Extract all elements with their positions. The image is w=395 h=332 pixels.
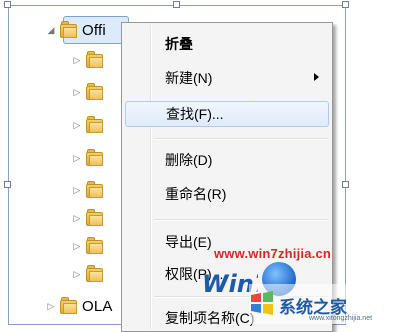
folder-icon — [60, 297, 77, 315]
windows-logo-icon — [251, 291, 273, 315]
folder-icon — [86, 51, 103, 69]
menu-separator — [154, 219, 328, 221]
tree-node-child[interactable]: ▷ — [72, 113, 108, 137]
watermark-brand-url: www.xitongzhijia.net — [309, 315, 373, 322]
expand-triangle-icon[interactable]: ▷ — [72, 153, 82, 163]
menu-item-find[interactable]: 查找(F)... — [125, 101, 329, 127]
tree-node-label: Offi — [82, 21, 106, 39]
tree-node-child[interactable]: ▷ — [72, 262, 108, 286]
watermark-url: www.win7zhijia.cn — [214, 246, 332, 261]
folder-icon — [86, 237, 103, 255]
collapse-triangle-icon[interactable]: ◢ — [46, 25, 56, 35]
expand-triangle-icon[interactable]: ▷ — [72, 55, 82, 65]
menu-item-rename[interactable]: 重命名(R) — [125, 181, 329, 207]
expand-triangle-icon[interactable]: ▷ — [72, 120, 82, 130]
tree-node-office[interactable]: ◢ Offi — [46, 18, 106, 42]
menu-item-collapse[interactable]: 折叠 — [125, 31, 329, 57]
expand-triangle-icon[interactable]: ▷ — [72, 269, 82, 279]
expand-triangle-icon[interactable]: ▷ — [72, 185, 82, 195]
tree-node-child[interactable]: ▷ — [72, 234, 108, 258]
menu-item-delete[interactable]: 删除(D) — [125, 147, 329, 173]
watermark-brand: 系统之家 www.xitongzhijia.net — [249, 284, 395, 324]
expand-triangle-icon[interactable]: ▷ — [46, 301, 56, 311]
expand-triangle-icon[interactable]: ▷ — [72, 213, 82, 223]
tree-node-child[interactable]: ▷ — [72, 146, 108, 170]
tree-node-child[interactable]: ▷ — [72, 206, 108, 230]
folder-open-icon — [60, 21, 77, 39]
menu-separator — [154, 138, 328, 140]
expand-triangle-icon[interactable]: ▷ — [72, 87, 82, 97]
folder-icon — [86, 209, 103, 227]
tree-node-ola[interactable]: ▷ OLA — [46, 294, 113, 318]
expand-triangle-icon[interactable]: ▷ — [72, 241, 82, 251]
folder-icon — [86, 265, 103, 283]
tree-node-child[interactable]: ▷ — [72, 48, 108, 72]
menu-item-new[interactable]: 新建(N) — [125, 65, 329, 91]
folder-icon — [86, 181, 103, 199]
submenu-arrow-icon — [314, 73, 319, 81]
folder-icon — [86, 83, 103, 101]
tree-node-label: OLA — [82, 297, 113, 315]
tree-node-child[interactable]: ▷ — [72, 80, 108, 104]
tree-node-child[interactable]: ▷ — [72, 178, 108, 202]
folder-icon — [86, 116, 103, 134]
folder-icon — [86, 149, 103, 167]
